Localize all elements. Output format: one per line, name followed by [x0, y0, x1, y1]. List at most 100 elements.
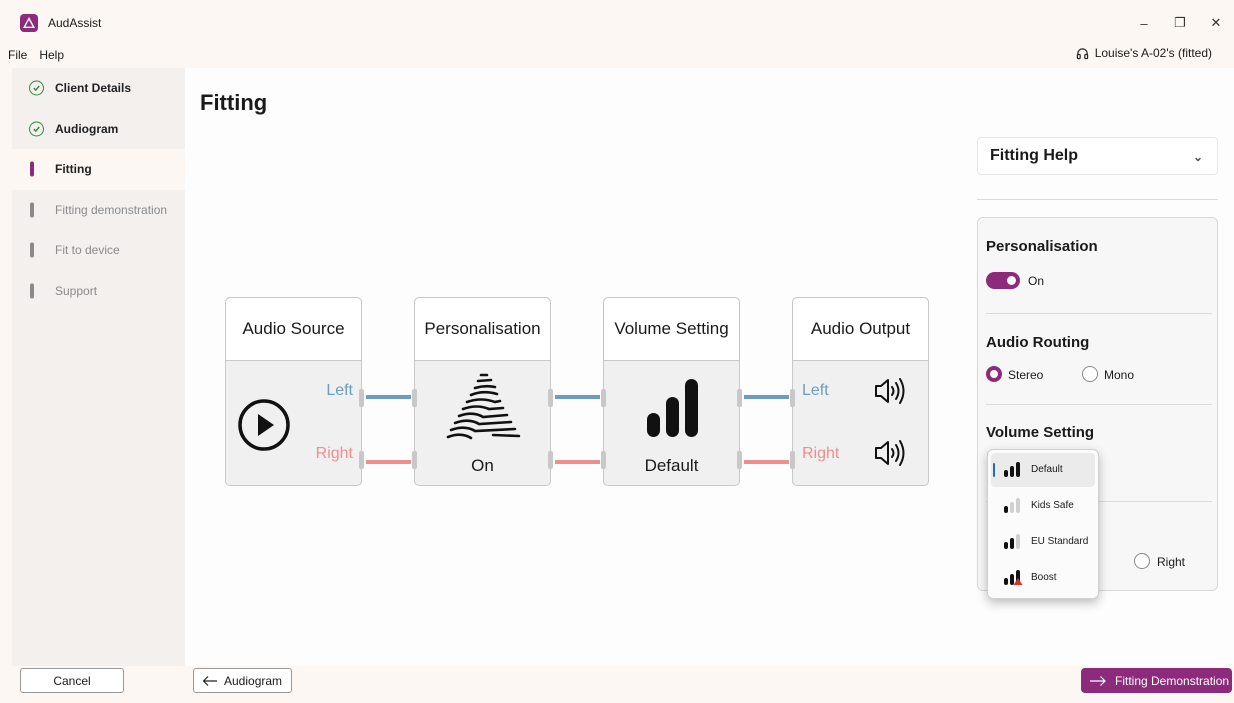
output-port-left [548, 389, 553, 407]
back-button[interactable]: Audiogram [193, 668, 292, 693]
current-step-marker [30, 161, 34, 177]
port-label-right: Right [315, 445, 353, 462]
arrow-left-icon [202, 675, 217, 686]
play-icon[interactable] [237, 398, 291, 452]
close-button[interactable]: ✕ [1198, 7, 1234, 39]
radio-right-label: Right [1157, 555, 1186, 569]
port-label-left: Left [802, 382, 829, 399]
sidebar-item-audiogram[interactable]: Audiogram [12, 109, 185, 150]
input-port-right [412, 451, 417, 469]
cancel-button[interactable]: Cancel [20, 668, 124, 693]
sidebar-item-label: Fitting [55, 162, 92, 177]
node-title: Audio Output [793, 298, 928, 361]
pending-step-marker [30, 242, 34, 258]
divider [977, 199, 1218, 200]
port-label-left: Left [326, 382, 353, 399]
pending-step-marker [30, 283, 34, 299]
port-label-right: Right [802, 445, 840, 462]
sidebar: Client Details Audiogram Fitting Fitting… [12, 68, 185, 666]
section-title-audio-routing: Audio Routing [986, 334, 1090, 351]
node-audio-source[interactable]: Audio Source Left Right [225, 297, 364, 486]
input-port-left [412, 389, 417, 407]
output-port-left [737, 389, 742, 407]
input-port-left [790, 389, 795, 407]
node-title: Audio Source [226, 298, 361, 361]
wire-right-source-personalisation [366, 460, 411, 464]
volume-setting-menu: Default Kids Safe EU Standard Boost [987, 449, 1099, 599]
window-controls: – ❐ ✕ [1126, 7, 1234, 39]
volume-option-default[interactable]: Default [991, 453, 1095, 487]
back-button-label: Audiogram [224, 673, 283, 688]
wire-right-volume-output [744, 460, 789, 464]
menu-bar: File Help Louise's A-02's (fitted) [8, 42, 1234, 68]
volume-option-label: Boost [1031, 572, 1057, 583]
sidebar-item-fitting-demonstration[interactable]: Fitting demonstration [12, 190, 185, 231]
minimize-button[interactable]: – [1126, 7, 1162, 39]
app-title: AudAssist [48, 16, 102, 30]
personalisation-toggle[interactable] [986, 272, 1020, 289]
node-personalisation[interactable]: Personalisation On [412, 297, 553, 486]
wire-left-volume-output [744, 395, 789, 399]
sidebar-item-label: Audiogram [55, 121, 119, 136]
wire-left-source-personalisation [366, 395, 411, 399]
sidebar-item-support[interactable]: Support [12, 271, 185, 312]
output-port-left [359, 389, 364, 407]
device-status[interactable]: Louise's A-02's (fitted) [1076, 46, 1212, 60]
arrow-right-icon [1090, 675, 1106, 686]
sidebar-item-label: Fit to device [55, 243, 120, 258]
sidebar-item-label: Fitting demonstration [55, 202, 168, 217]
output-port-right [737, 451, 742, 469]
next-button[interactable]: Fitting Demonstration [1081, 668, 1232, 693]
fitting-help-label: Fitting Help [990, 147, 1078, 164]
fitting-help-dropdown[interactable]: Fitting Help ⌄ [977, 137, 1218, 175]
radio-stereo-label: Stereo [1008, 368, 1044, 382]
wire-left-personalisation-volume [555, 395, 600, 399]
check-circle-icon [29, 121, 44, 137]
node-title: Personalisation [415, 298, 550, 361]
volume-option-boost[interactable]: Boost [991, 561, 1095, 595]
node-volume-setting[interactable]: Volume Setting Default [601, 297, 742, 486]
sidebar-item-fitting[interactable]: Fitting [12, 149, 185, 190]
node-audio-output[interactable]: Audio Output Left Right [790, 297, 929, 486]
divider [986, 313, 1212, 314]
divider [986, 404, 1212, 405]
chevron-down-icon: ⌄ [1192, 150, 1203, 164]
volume-kids-safe-icon [1004, 498, 1020, 513]
check-circle-icon [29, 80, 44, 96]
title-bar: AudAssist – ❐ ✕ [12, 7, 1234, 39]
radio-mono[interactable] [1082, 366, 1098, 382]
volume-eu-standard-icon [1004, 534, 1020, 549]
node-title: Volume Setting [604, 298, 739, 361]
sidebar-item-label: Support [55, 283, 98, 298]
volume-option-eu-standard[interactable]: EU Standard [991, 525, 1095, 559]
volume-option-label: Default [1031, 464, 1063, 475]
sidebar-item-client-details[interactable]: Client Details [12, 68, 185, 109]
device-name: Louise's A-02's (fitted) [1094, 46, 1212, 60]
output-port-right [359, 451, 364, 469]
output-port-right [548, 451, 553, 469]
main-content: Fitting Audio Source Left Right Personal… [185, 68, 1234, 666]
restore-button[interactable]: ❐ [1162, 7, 1198, 39]
radio-stereo[interactable] [986, 366, 1002, 382]
node-caption: On [471, 456, 494, 475]
input-port-right [790, 451, 795, 469]
wire-right-personalisation-volume [555, 460, 600, 464]
volume-option-label: EU Standard [1031, 536, 1089, 547]
speaker-left-icon[interactable] [873, 376, 909, 406]
speaker-right-icon[interactable] [873, 438, 909, 468]
toggle-state-label: On [1028, 274, 1045, 288]
selection-indicator [993, 463, 995, 477]
personalisation-logo-icon [446, 373, 521, 440]
section-title-personalisation: Personalisation [986, 238, 1098, 255]
volume-boost-warning-icon [1004, 570, 1023, 585]
sidebar-item-fit-to-device[interactable]: Fit to device [12, 230, 185, 271]
pending-step-marker [30, 202, 34, 218]
radio-right[interactable] [1134, 553, 1150, 569]
input-port-right [601, 451, 606, 469]
menu-file[interactable]: File [8, 48, 39, 62]
page-title: Fitting [200, 90, 268, 115]
menu-help[interactable]: Help [39, 48, 76, 62]
volume-option-kids-safe[interactable]: Kids Safe [991, 489, 1095, 523]
headphones-icon [1076, 47, 1088, 59]
sidebar-item-label: Client Details [55, 81, 132, 96]
